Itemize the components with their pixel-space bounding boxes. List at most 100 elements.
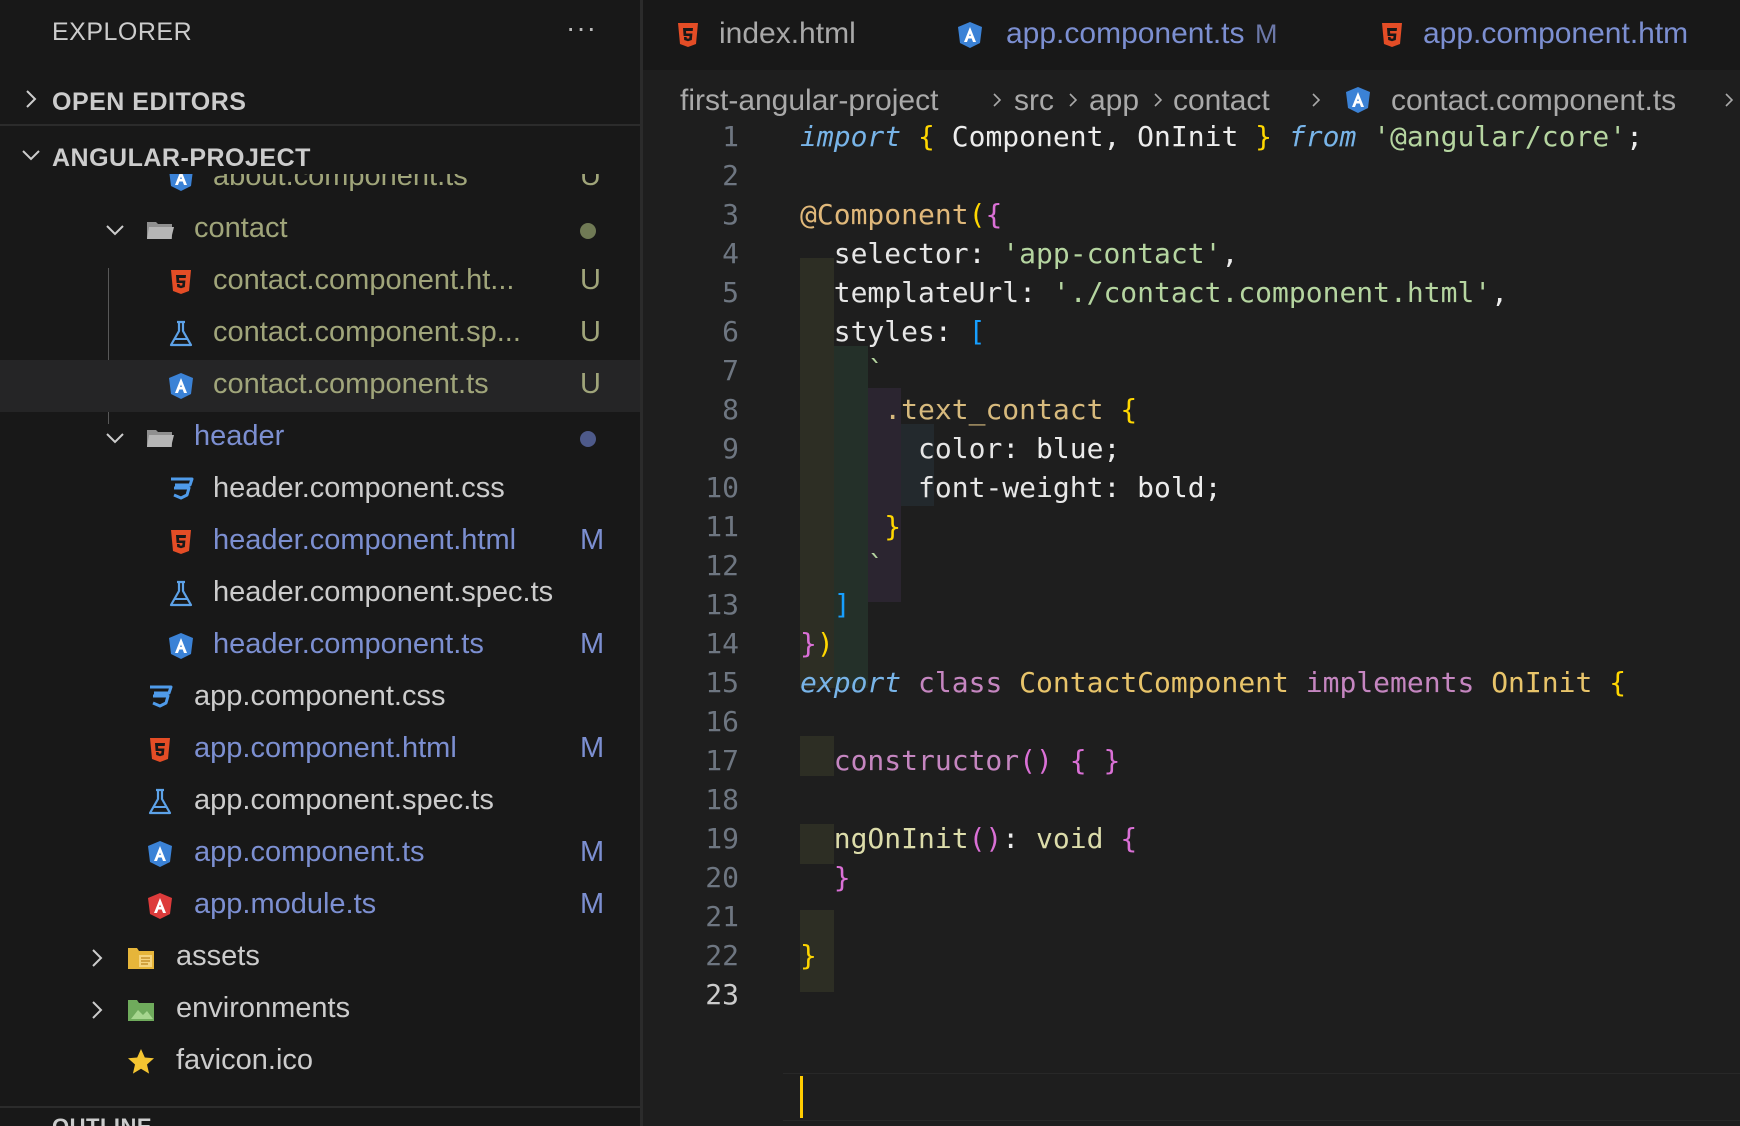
breadcrumb: first-angular-project src app contact co… — [643, 70, 1740, 124]
chevron-right-icon — [26, 90, 37, 108]
tree-item-label: assets — [176, 940, 260, 972]
tab-app-component-ts[interactable]: app.component.ts M — [933, 0, 1373, 70]
line-number: 7 — [722, 354, 739, 387]
code-token: { — [985, 198, 1003, 231]
tree-item-header-component-html[interactable]: header.component.html M — [0, 516, 640, 568]
tree-item-favicon[interactable]: favicon.ico — [0, 1036, 640, 1088]
angular-icon — [1346, 87, 1370, 113]
line-number: 10 — [705, 471, 739, 504]
code-token: : bold; — [1103, 471, 1222, 504]
code-token: } — [800, 939, 817, 972]
code-token: { — [1120, 822, 1138, 855]
line-number: 20 — [705, 861, 739, 894]
open-editors-section[interactable]: OPEN EDITORS — [0, 78, 640, 126]
tree-item-label: favicon.ico — [176, 1044, 314, 1076]
code-token: font-weight — [918, 471, 1104, 504]
code-token: ; — [1626, 124, 1643, 153]
tree-item-contact-folder[interactable]: contact — [0, 204, 640, 256]
code-token: templateUrl — [833, 276, 1020, 309]
angular-icon — [169, 373, 193, 399]
tree-item-label: header — [194, 420, 285, 452]
code-token: } — [1103, 744, 1121, 777]
tree-item-about-component-ts[interactable]: about.component.ts U — [0, 174, 640, 204]
css3-icon — [171, 477, 194, 500]
html5-icon — [171, 270, 191, 294]
breadcrumb-item[interactable]: app — [1089, 84, 1139, 118]
chevron-right-icon — [92, 949, 103, 967]
code-token: @Component — [800, 198, 969, 231]
code-token: ` — [867, 549, 885, 582]
tab-label: app.component.htm — [1423, 17, 1689, 50]
line-number: 18 — [705, 783, 739, 816]
chevron-right-icon — [993, 93, 1002, 107]
tree-item-contact-component-spec[interactable]: contact.component.sp... U — [0, 308, 640, 360]
tree-item-label: contact.component.ts — [213, 368, 489, 400]
line-number: 2 — [722, 159, 739, 192]
code-token: { — [1120, 393, 1138, 426]
code-token: } — [833, 861, 851, 894]
code-token: () — [968, 822, 1003, 855]
tree-item-contact-component-ts[interactable]: contact.component.ts U — [0, 360, 640, 412]
line-number: 22 — [705, 939, 739, 972]
tree-item-header-component-css[interactable]: header.component.css — [0, 464, 640, 516]
breadcrumb-item[interactable]: first-angular-project — [680, 84, 938, 118]
tab-index-html[interactable]: index.html — [643, 0, 933, 70]
tree-item-app-module-ts[interactable]: app.module.ts M — [0, 880, 640, 932]
code-token: ngOnInit — [833, 822, 969, 855]
code-token: : — [1019, 276, 1053, 309]
test-flask-icon — [169, 580, 193, 607]
tree-item-label: header.component.spec.ts — [213, 576, 554, 608]
code-token: Component, OnInit — [934, 124, 1256, 153]
tree-item-app-component-ts[interactable]: app.component.ts M — [0, 828, 640, 880]
tree-item-contact-component-html[interactable]: contact.component.ht... U — [0, 256, 640, 308]
code-token: from — [1288, 124, 1357, 153]
code-line: import { Component, OnInit } from '@angu… — [800, 124, 1643, 153]
tab-app-component-html[interactable]: app.component.htm — [1373, 0, 1740, 70]
breadcrumb-item[interactable]: src — [1014, 84, 1054, 118]
tree-item-app-component-spec[interactable]: app.component.spec.ts — [0, 776, 640, 828]
code-token: : — [968, 237, 1003, 270]
text-cursor — [800, 1076, 803, 1118]
tree-item-label: app.component.spec.ts — [194, 784, 494, 816]
tree-item-app-component-css[interactable]: app.component.css — [0, 672, 640, 724]
test-flask-icon — [169, 320, 193, 347]
code-editor[interactable]: 1 2 3 4 5 6 7 8 9 10 11 12 13 14 15 16 1… — [643, 124, 1740, 1126]
tree-item-app-component-html[interactable]: app.component.html M — [0, 724, 640, 776]
chevron-right-icon — [1312, 93, 1321, 107]
git-status-badge: M — [580, 524, 605, 556]
angular-icon — [169, 174, 193, 191]
git-status-badge: U — [580, 316, 601, 348]
star-icon — [128, 1049, 154, 1074]
code-line: @Component({ — [800, 198, 1002, 231]
code-line: ` — [800, 549, 884, 582]
code-line: templateUrl: './contact.component.html', — [800, 276, 1508, 309]
code-token: } — [884, 510, 902, 543]
environments-folder-icon — [128, 1000, 154, 1021]
tree-item-label: about.component.ts — [213, 174, 468, 192]
breadcrumb-item[interactable]: contact — [1173, 84, 1270, 118]
tree-item-environments-folder[interactable]: environments — [0, 984, 640, 1036]
line-number: 13 — [705, 588, 739, 621]
tree-item-header-component-spec[interactable]: header.component.spec.ts — [0, 568, 640, 620]
code-token: OnInit — [1491, 666, 1593, 699]
tree-item-assets-folder[interactable]: assets — [0, 932, 640, 984]
tree-item-header-folder[interactable]: header — [0, 412, 640, 464]
chevron-right-icon — [1725, 93, 1734, 107]
chevron-right-icon — [92, 1001, 103, 1019]
breadcrumb-item[interactable]: contact.component.ts — [1391, 84, 1676, 118]
ellipsis-icon[interactable]: ··· — [566, 12, 597, 44]
chevron-down-icon — [106, 433, 124, 444]
tree-item-label: app.component.ts — [194, 836, 425, 868]
tree-item-header-component-ts[interactable]: header.component.ts M — [0, 620, 640, 672]
line-number: 19 — [705, 822, 739, 855]
folder-open-icon — [147, 222, 174, 239]
outline-section[interactable]: OUTLINE — [0, 1106, 640, 1126]
css3-icon — [150, 685, 173, 708]
assets-folder-icon — [128, 948, 154, 969]
